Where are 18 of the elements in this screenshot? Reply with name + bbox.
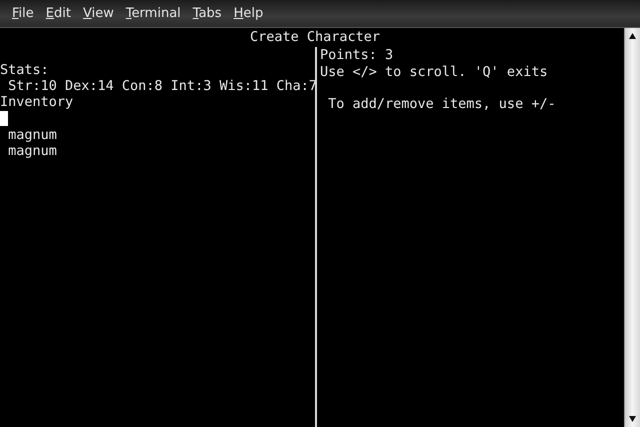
scroll-down-icon[interactable] xyxy=(628,415,637,423)
terminal-text: magnum xyxy=(7,143,57,160)
menu-item[interactable]: Tabs xyxy=(188,6,230,21)
terminal-text: Use </> to scroll. 'Q' exits xyxy=(320,64,548,80)
scrollbar[interactable] xyxy=(624,28,640,427)
menu-item[interactable]: Terminal xyxy=(122,6,189,21)
terminal-text: magnum xyxy=(7,126,57,143)
menu-item[interactable]: File xyxy=(8,6,42,21)
scroll-up-icon[interactable] xyxy=(628,32,637,40)
terminal-text: Stats: xyxy=(0,62,49,78)
menu-item[interactable]: Help xyxy=(230,6,272,21)
menu-item[interactable]: Edit xyxy=(42,6,79,21)
screen-title: Create Character xyxy=(250,29,380,45)
terminal-text: Inventory xyxy=(0,94,74,110)
terminal-text: To add/remove items, use +/- xyxy=(327,96,556,112)
terminal-text: Points: 3 xyxy=(320,47,394,64)
terminal-text: Str:10 Dex:14 Con:8 Int:3 Wis:11 Cha:7 xyxy=(7,78,317,94)
menu-item[interactable]: View xyxy=(78,6,122,21)
